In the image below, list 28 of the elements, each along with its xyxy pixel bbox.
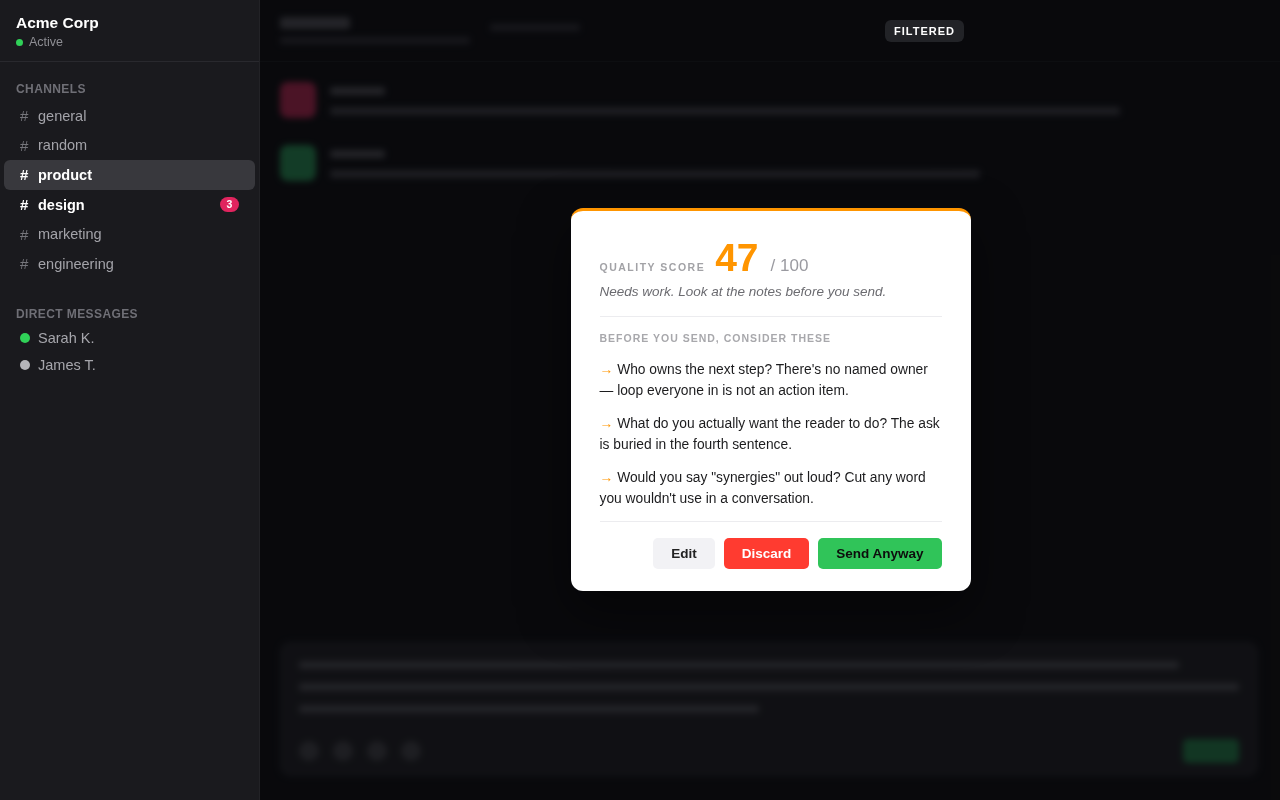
channel-item[interactable]: # product <box>4 160 255 190</box>
channel-item[interactable]: # marketing <box>4 219 255 249</box>
secondary-action-button[interactable]: Edit <box>653 537 715 569</box>
note-text: → Who owns the next step? There's no named owner — loop everyone in is not an action item. <box>599 360 929 400</box>
score-max: / 100 <box>770 255 809 276</box>
note-text: → Would you say "synergies" out loud? Cut any word you wouldn't use in a conversation. <box>599 468 927 508</box>
blurred-title <box>280 17 350 29</box>
note-text: → What do you actually want the reader to do? The ask is buried in the fourth sentence. <box>599 414 941 454</box>
unread-count-badge: 3 <box>220 197 239 213</box>
danger-action-button[interactable]: Discard <box>723 537 810 569</box>
channel-item[interactable]: # general <box>4 101 255 131</box>
notes-heading: BEFORE YOU SEND, CONSIDER THESE <box>599 331 832 345</box>
direct-message-item[interactable]: James T. <box>38 357 96 374</box>
direct-message-item[interactable]: Sarah K. <box>38 330 95 347</box>
channel-item[interactable]: # engineering <box>4 248 255 279</box>
channel-item[interactable]: # random <box>4 130 255 161</box>
score-label: QUALITY SCORE <box>599 260 706 273</box>
blurred-avatar <box>280 145 316 181</box>
primary-action-button[interactable]: Send Anyway <box>818 537 942 569</box>
channel-item[interactable]: # design 3 <box>4 189 255 220</box>
filter-badge: FILTERED <box>885 20 964 42</box>
blurred-avatar <box>280 82 316 118</box>
verdict-text: Needs work. Look at the notes before you send. <box>599 282 888 300</box>
status-text: Active <box>29 35 64 50</box>
score-value: 47 <box>715 237 759 278</box>
workspace-name: Acme Corp <box>16 14 100 32</box>
section-heading: CHANNELS <box>15 81 87 98</box>
section-heading: DIRECT MESSAGES <box>15 305 139 323</box>
